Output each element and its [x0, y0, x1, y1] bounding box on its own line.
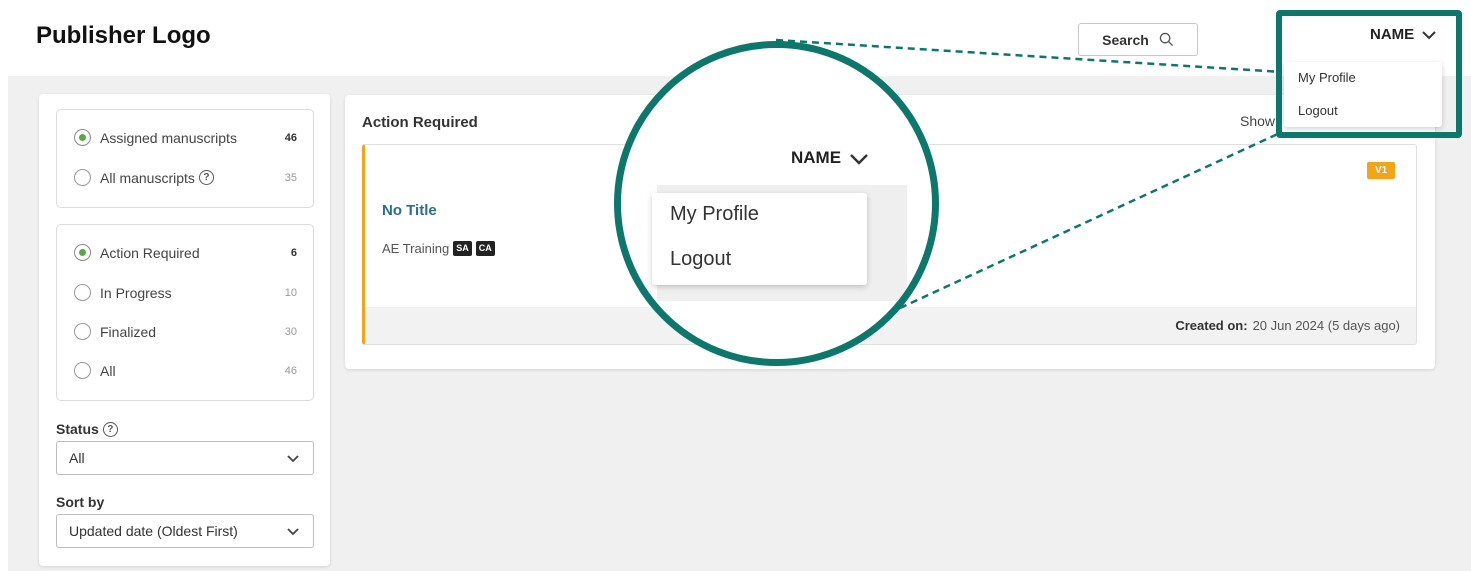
filter-label: Action Required — [100, 244, 200, 261]
filter-all-manuscripts[interactable]: All manuscripts ? 35 — [74, 169, 297, 186]
chevron-down-icon — [287, 455, 299, 463]
journal-label: AE Training — [382, 241, 450, 256]
filter-label: In Progress — [100, 284, 172, 301]
help-icon[interactable]: ? — [198, 170, 214, 185]
filter-finalized[interactable]: Finalized 30 — [74, 323, 297, 340]
radio-selected[interactable] — [74, 129, 91, 146]
sort-select[interactable]: Updated date (Oldest First) — [56, 514, 314, 548]
status-label: Status ? — [56, 421, 118, 437]
magnified-dropdown: My Profile Logout — [652, 193, 867, 285]
filter-in-progress[interactable]: In Progress 10 — [74, 284, 297, 301]
manuscript-title[interactable]: No Title — [382, 202, 437, 219]
chevron-down-icon — [850, 153, 868, 165]
filter-count: 30 — [284, 325, 297, 338]
panel-title: Action Required — [362, 114, 478, 131]
role-tag-ca: CA — [475, 241, 495, 256]
status-select[interactable]: All — [56, 441, 314, 475]
radio-unselected[interactable] — [74, 362, 91, 379]
scope-filter-box — [56, 109, 314, 208]
search-button[interactable]: Search — [1078, 23, 1198, 56]
radio-unselected[interactable] — [74, 323, 91, 340]
filter-label: Finalized — [100, 323, 157, 340]
filter-count: 10 — [284, 286, 297, 299]
filter-sidebar: Assigned manuscripts 46 All manuscripts … — [39, 94, 330, 566]
filter-label: All — [100, 362, 116, 379]
status-label-text: Status — [56, 421, 99, 437]
filter-count: 35 — [284, 171, 297, 184]
manuscript-subtitle: AE Training SA CA — [382, 241, 495, 256]
radio-unselected[interactable] — [74, 284, 91, 301]
filter-count: 46 — [284, 131, 297, 144]
show-label: Show — [1240, 113, 1276, 129]
search-label: Search — [1102, 31, 1149, 48]
publisher-logo[interactable]: Publisher Logo — [36, 22, 211, 50]
status-select-value: All — [69, 450, 85, 466]
chevron-down-icon — [287, 528, 299, 536]
sort-select-value: Updated date (Oldest First) — [69, 523, 238, 539]
radio-selected[interactable] — [74, 244, 91, 261]
help-icon[interactable]: ? — [102, 421, 118, 437]
filter-count: 46 — [284, 364, 297, 377]
created-value: 20 Jun 2024 (5 days ago) — [1252, 318, 1400, 333]
filter-label: All manuscripts — [100, 169, 195, 186]
created-label: Created on: — [1175, 318, 1248, 333]
highlight-box — [1276, 10, 1462, 138]
magnified-user-menu: NAME — [791, 148, 869, 168]
sort-label: Sort by — [56, 494, 105, 510]
filter-action-required[interactable]: Action Required 6 — [74, 244, 297, 261]
filter-count: 6 — [290, 246, 297, 259]
search-icon — [1159, 32, 1173, 47]
version-badge: V1 — [1367, 162, 1396, 179]
filter-all[interactable]: All 46 — [74, 362, 297, 379]
magnified-item-logout: Logout — [670, 248, 732, 270]
zoom-magnifier: NAME My Profile Logout — [614, 41, 939, 366]
magnified-user-name: NAME — [791, 148, 842, 167]
magnified-item-my-profile: My Profile — [670, 203, 759, 225]
filter-assigned-manuscripts[interactable]: Assigned manuscripts 46 — [74, 129, 297, 146]
role-tag-sa: SA — [453, 241, 472, 256]
radio-unselected[interactable] — [74, 169, 91, 186]
filter-label: Assigned manuscripts — [100, 129, 237, 146]
